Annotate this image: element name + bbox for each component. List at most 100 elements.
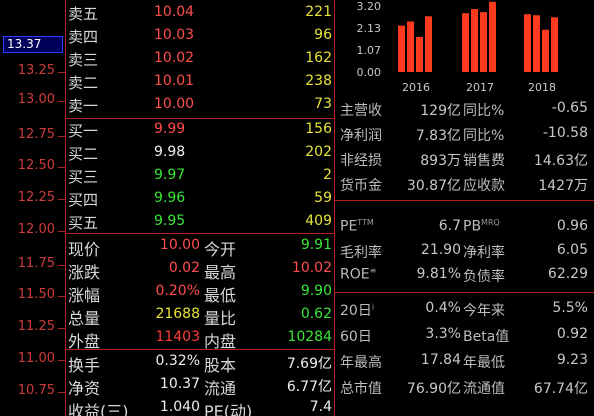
quote-value: 10284: [287, 329, 332, 345]
valuation-label: ROE≡: [340, 266, 376, 283]
axis-tick-label: 13.25: [17, 63, 55, 78]
valuation-label-sup: MRQ: [481, 218, 500, 227]
valuation-value: 6.7: [438, 218, 461, 234]
chart-bar: [425, 16, 432, 72]
valuation-label-sup: ≡: [369, 266, 377, 275]
buy_orders-price: 9.96: [154, 190, 186, 206]
profit-chart: 3.20 2.13 1.07 0.00 2016 2017 2018: [335, 0, 594, 96]
sell_orders-row[interactable]: 卖四 10.03 96: [68, 26, 334, 46]
quote-label: 最高: [204, 263, 237, 282]
fundamentals-label-text: 应收款: [463, 178, 505, 194]
chart-bar: [398, 25, 405, 72]
capital-label: 收益(三): [68, 402, 129, 416]
sell_orders-label: 卖四: [68, 28, 99, 46]
fundamentals-value: 30.87亿: [406, 178, 461, 194]
sell_orders-row[interactable]: 卖一 10.00 73: [68, 95, 334, 115]
current-price-tag: 13.37: [3, 36, 63, 53]
performance-value: 9.23: [556, 352, 588, 368]
quote-value: 0.20%: [155, 283, 200, 299]
sell_orders-volume: 96: [314, 27, 332, 43]
axis-tick-label: 12.50: [17, 158, 55, 173]
fundamentals-value: -0.65: [551, 100, 588, 116]
price-axis: 13.37 13.25 13.00 12.75 12.50 12.25 12.00 11.7…: [0, 0, 66, 416]
quote-value: 11403: [155, 329, 200, 345]
capital-label: PE(动): [204, 402, 253, 416]
quote-label: 涨幅: [68, 286, 101, 305]
chart-bar: [462, 13, 469, 72]
axis-tick-label: 13.00: [17, 92, 55, 107]
fundamentals-label: 主营收: [340, 100, 382, 120]
axis-tick-mark: [58, 360, 66, 361]
chart-ytick-label: 3.20: [357, 0, 382, 13]
quote-label: 今开: [204, 240, 237, 259]
axis-tick-mark: [58, 392, 66, 393]
chart-bar: [489, 1, 496, 72]
valuation-label-sup: TTM: [357, 218, 374, 227]
valuation-label-text: PB: [463, 218, 482, 235]
performance-value: 0.92: [556, 326, 588, 342]
valuation-label: PBMRQ: [463, 218, 500, 235]
chart-ytick-label: 2.13: [357, 22, 382, 35]
buy_orders-row[interactable]: 买四 9.96 59: [68, 189, 334, 209]
valuation-label-text: 净利率: [463, 245, 505, 261]
quote-value: 0.62: [300, 306, 332, 322]
performance-label-text: 流通值: [463, 381, 505, 397]
fundamentals-label: 非经损: [340, 150, 382, 170]
axis-tick-label: 11.50: [17, 287, 55, 302]
buy_orders-label: 买五: [68, 214, 99, 232]
valuation-value: 21.90: [420, 242, 461, 258]
axis-tick-mark: [58, 167, 66, 168]
fund-divider: [335, 200, 594, 201]
buy_orders-price: 9.95: [154, 213, 186, 229]
sell_orders-row[interactable]: 卖五 10.04 221: [68, 3, 334, 23]
performance-label-text: 20日: [340, 303, 372, 319]
capital-value: 0.32%: [155, 353, 200, 369]
capital-value: 10.37: [159, 376, 200, 392]
fundamentals-label: 销售费: [463, 150, 505, 170]
valuation-value: 9.81%: [416, 266, 461, 282]
axis-tick-label: 12.75: [17, 127, 55, 142]
fundamentals-label-text: 同比%: [463, 103, 505, 119]
axis-tick-mark: [58, 199, 66, 200]
sell_orders-row[interactable]: 卖二 10.01 238: [68, 72, 334, 92]
buy_orders-row[interactable]: 买五 9.95 409: [68, 212, 334, 232]
axis-tick-label: 12.25: [17, 190, 55, 205]
val-divider: [335, 292, 594, 293]
bar-chart-svg: 3.20 2.13 1.07 0.00 2016 2017 2018: [357, 0, 558, 94]
axis-tick-mark: [58, 328, 66, 329]
fundamentals-label: 应收款: [463, 175, 505, 195]
buy_orders-row[interactable]: 买三 9.97 2: [68, 166, 334, 186]
quote-label: 总量: [68, 309, 101, 328]
axis-tick-mark: [58, 265, 66, 266]
valuation-value: 0.96: [556, 218, 588, 234]
sell_orders-label: 卖一: [68, 97, 99, 115]
buy_orders-label: 买三: [68, 168, 99, 186]
chart-bar: [471, 9, 478, 72]
performance-label-text: 年最高: [340, 355, 382, 371]
capital-label: 净资: [68, 379, 101, 398]
axis-tick-label: 10.75: [17, 383, 55, 398]
fundamentals-label-text: 主营收: [340, 103, 382, 119]
valuation-value: 6.05: [556, 242, 588, 258]
performance-label: 今年来: [463, 300, 505, 320]
chart-bar: [407, 21, 414, 72]
fundamentals-label-text: 同比%: [463, 128, 505, 144]
buy_orders-row[interactable]: 买一 9.99 156: [68, 120, 334, 140]
buy_orders-label: 买二: [68, 145, 99, 163]
fundamentals-label: 净利润: [340, 125, 382, 145]
axis-tick-mark: [58, 72, 66, 73]
sell_orders-price: 10.01: [154, 73, 195, 89]
buy_orders-price: 9.98: [154, 144, 186, 160]
performance-label: 年最高: [340, 352, 382, 372]
sell_orders-volume: 221: [305, 4, 332, 20]
buy_orders-volume: 202: [305, 144, 332, 160]
fundamentals-value: -10.58: [542, 125, 588, 141]
sell_orders-row[interactable]: 卖三 10.02 162: [68, 49, 334, 69]
performance-label: 总市值: [340, 378, 382, 398]
buy_orders-row[interactable]: 买二 9.98 202: [68, 143, 334, 163]
axis-tick-mark: [58, 231, 66, 232]
performance-value: 3.3%: [425, 326, 461, 342]
fundamentals-label-text: 净利润: [340, 128, 382, 144]
quote-value: 9.90: [300, 283, 332, 299]
buy_orders-volume: 59: [314, 190, 332, 206]
